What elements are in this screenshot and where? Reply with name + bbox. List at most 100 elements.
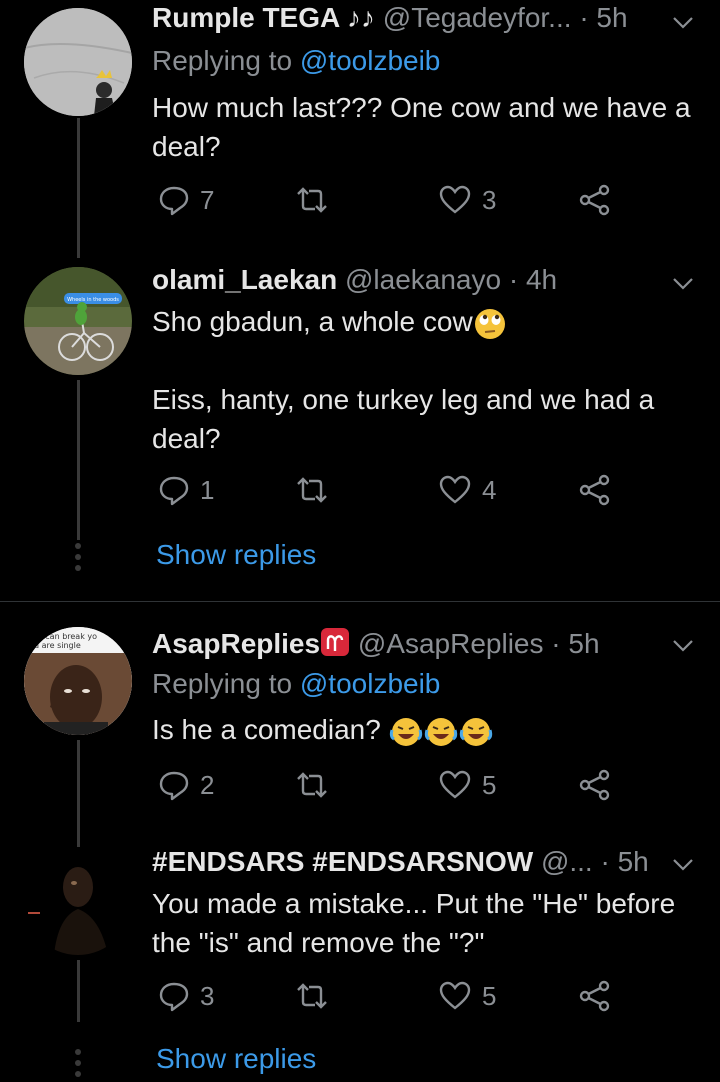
reply-button[interactable]: 1 bbox=[158, 474, 214, 506]
like-count: 4 bbox=[482, 474, 497, 505]
replying-to: Replying to @toolzbeib bbox=[152, 668, 440, 700]
thread-line bbox=[77, 118, 80, 258]
reply-count: 3 bbox=[200, 980, 215, 1011]
timestamp[interactable]: · 5h bbox=[601, 846, 649, 877]
user-handle[interactable]: @... bbox=[541, 846, 593, 877]
tweet-text: Is he a comedian? bbox=[152, 710, 702, 749]
avatar-image: y can break yo u are single bbox=[24, 627, 132, 735]
tweet-header: AsapReplies @AsapReplies · 5h bbox=[152, 627, 600, 660]
reply-button[interactable]: 3 bbox=[158, 980, 214, 1012]
heart-icon bbox=[439, 475, 471, 504]
mention-link[interactable]: @toolzbeib bbox=[300, 668, 441, 699]
tweet-text-line: Is he a comedian? bbox=[152, 714, 381, 745]
tweet-actions: 1 4 bbox=[152, 474, 622, 514]
reply-count: 7 bbox=[200, 184, 215, 215]
share-button[interactable] bbox=[578, 769, 612, 801]
chevron-down-icon[interactable] bbox=[672, 634, 694, 656]
reply-count: 2 bbox=[200, 769, 215, 800]
tweet-header: olami_Laekan @laekanayo · 4h bbox=[152, 264, 557, 296]
tweet-text: You made a mistake... Put the "He" befor… bbox=[152, 888, 676, 958]
share-button[interactable] bbox=[578, 184, 612, 216]
chevron-down-icon[interactable] bbox=[672, 272, 694, 294]
reply-icon bbox=[159, 186, 189, 216]
avatar-image bbox=[24, 8, 132, 116]
retweet-button[interactable] bbox=[294, 474, 330, 506]
thread-dots bbox=[74, 543, 82, 576]
avatar[interactable]: y can break yo u are single bbox=[24, 627, 132, 735]
tweet-actions: 2 5 bbox=[152, 769, 622, 809]
reply-count: 1 bbox=[200, 474, 215, 505]
retweet-icon bbox=[297, 187, 327, 213]
laughing-emoji-icon bbox=[389, 717, 492, 746]
heart-icon bbox=[439, 185, 471, 214]
retweet-icon bbox=[297, 772, 327, 798]
thread-dots bbox=[74, 1049, 82, 1082]
like-button[interactable]: 4 bbox=[438, 474, 496, 506]
user-handle[interactable]: @Tegadeyfor... bbox=[383, 2, 572, 33]
avatar-image: Wheels in the woods bbox=[24, 267, 132, 375]
tweet-text-paragraph: Eiss, hanty, one turkey leg and we had a… bbox=[152, 384, 655, 454]
aries-emoji-icon bbox=[321, 628, 350, 656]
share-icon bbox=[579, 474, 610, 506]
share-icon bbox=[579, 769, 610, 801]
like-count: 5 bbox=[482, 980, 497, 1011]
thread-line bbox=[77, 960, 80, 1022]
thread-line bbox=[77, 380, 80, 540]
heart-icon bbox=[439, 770, 471, 799]
share-icon bbox=[579, 184, 610, 216]
mention-link[interactable]: @toolzbeib bbox=[300, 45, 441, 76]
timestamp[interactable]: · 5h bbox=[551, 628, 599, 659]
reply-icon bbox=[159, 771, 189, 801]
avatar[interactable] bbox=[24, 847, 132, 955]
timestamp[interactable]: · 5h bbox=[579, 2, 627, 33]
chevron-down-icon[interactable] bbox=[672, 11, 694, 33]
replying-to-label: Replying to bbox=[152, 668, 293, 699]
share-button[interactable] bbox=[578, 980, 612, 1012]
tweet-text-line: Sho gbadun, a whole cow bbox=[152, 306, 473, 337]
avatar-caption: u are single bbox=[34, 641, 81, 650]
reply-icon bbox=[159, 982, 189, 1012]
reply-button[interactable]: 2 bbox=[158, 769, 214, 801]
retweet-icon bbox=[297, 983, 327, 1009]
retweet-button[interactable] bbox=[294, 769, 330, 801]
replying-to: Replying to @toolzbeib bbox=[152, 45, 440, 77]
avatar[interactable] bbox=[24, 8, 132, 116]
replying-to-label: Replying to bbox=[152, 45, 293, 76]
retweet-icon bbox=[297, 477, 327, 503]
display-name[interactable]: olami_Laekan bbox=[152, 264, 337, 295]
tweet-header: Rumple TEGA ♪♪ @Tegadeyfor... · 5h bbox=[152, 2, 628, 34]
heart-icon bbox=[439, 981, 471, 1010]
chevron-down-icon[interactable] bbox=[672, 853, 694, 875]
user-handle[interactable]: @laekanayo bbox=[345, 264, 501, 295]
show-replies-link[interactable]: Show replies bbox=[156, 539, 316, 571]
reply-icon bbox=[159, 476, 189, 506]
avatar-caption: Wheels in the woods bbox=[67, 297, 119, 303]
tweet-text: Sho gbadun, a whole cow bbox=[152, 302, 702, 341]
share-button[interactable] bbox=[578, 474, 612, 506]
like-count: 3 bbox=[482, 184, 497, 215]
display-name[interactable]: #ENDSARS #ENDSARSNOW bbox=[152, 846, 533, 877]
retweet-button[interactable] bbox=[294, 980, 330, 1012]
reply-button[interactable]: 7 bbox=[158, 184, 214, 216]
avatar-image bbox=[24, 847, 132, 955]
like-button[interactable]: 5 bbox=[438, 769, 496, 801]
like-button[interactable]: 3 bbox=[438, 184, 496, 216]
tweet-text: How much last??? One cow and we have a d… bbox=[152, 92, 691, 162]
user-handle[interactable]: @AsapReplies bbox=[358, 628, 544, 659]
thread-line bbox=[77, 740, 80, 850]
avatar[interactable]: Wheels in the woods bbox=[24, 267, 132, 375]
thread-divider bbox=[0, 601, 720, 602]
eye-roll-emoji-icon bbox=[474, 308, 505, 339]
like-button[interactable]: 5 bbox=[438, 980, 496, 1012]
share-icon bbox=[579, 980, 610, 1012]
avatar-caption: y can break yo bbox=[38, 632, 97, 641]
tweet-actions: 7 3 bbox=[152, 184, 622, 224]
show-replies-link[interactable]: Show replies bbox=[156, 1043, 316, 1075]
tweet-actions: 3 5 bbox=[152, 980, 622, 1020]
display-name[interactable]: AsapReplies bbox=[152, 628, 320, 659]
like-count: 5 bbox=[482, 769, 497, 800]
timestamp[interactable]: · 4h bbox=[509, 264, 557, 295]
tweet-header: #ENDSARS #ENDSARSNOW @... · 5h bbox=[152, 846, 649, 878]
retweet-button[interactable] bbox=[294, 184, 330, 216]
display-name[interactable]: Rumple TEGA ♪♪ bbox=[152, 2, 375, 33]
